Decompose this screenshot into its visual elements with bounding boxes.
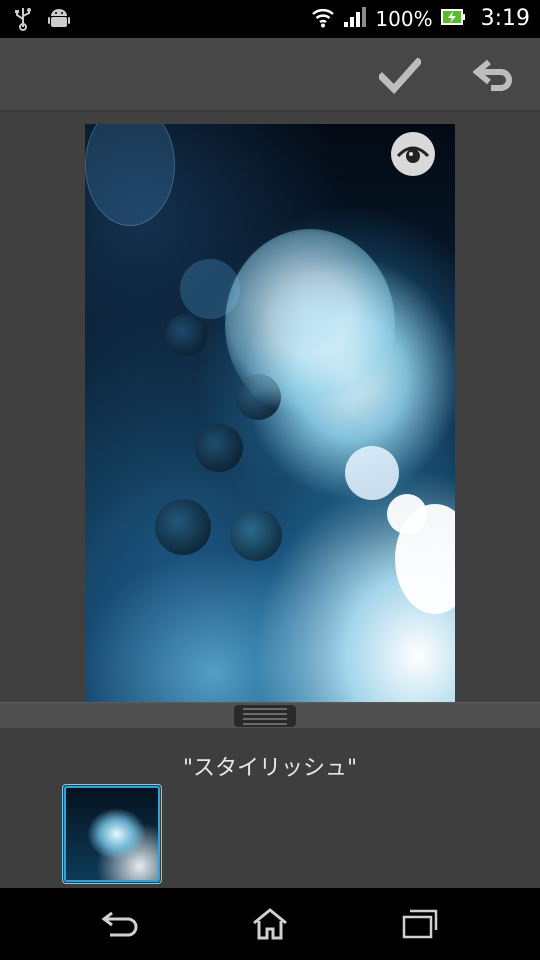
bokeh-circle	[345, 446, 399, 500]
home-icon	[253, 908, 287, 940]
drawer-handle[interactable]	[234, 705, 296, 727]
undo-icon	[473, 59, 512, 91]
back-button[interactable]	[90, 902, 150, 946]
berry	[155, 499, 211, 555]
home-button[interactable]	[240, 902, 300, 946]
confirm-button[interactable]	[376, 52, 424, 100]
berry	[230, 509, 282, 561]
eye-icon	[396, 146, 430, 163]
signal-icon	[343, 6, 367, 32]
back-icon	[101, 911, 138, 937]
filter-name-label: "スタイリッシュ"	[182, 756, 358, 781]
flower	[225, 229, 395, 419]
clock: 3:19	[480, 6, 530, 31]
bokeh-circle	[85, 124, 175, 226]
filter-thumbnail-selected[interactable]	[62, 784, 162, 884]
wifi-icon	[311, 6, 335, 32]
recent-apps-button[interactable]	[390, 902, 450, 946]
compare-original-button[interactable]	[391, 132, 435, 176]
undo-button[interactable]	[470, 52, 518, 100]
status-bar: 100% 3:19	[0, 0, 540, 38]
recent-apps-icon	[402, 909, 438, 939]
filter-panel: "スタイリッシュ"	[0, 728, 540, 888]
drawer-bar	[0, 702, 540, 729]
photo-preview[interactable]	[85, 124, 455, 702]
battery-percent: 100%	[375, 7, 433, 31]
action-bar	[0, 38, 540, 112]
android-debug-icon	[48, 7, 70, 35]
editor-area	[0, 112, 540, 702]
usb-icon	[14, 7, 32, 35]
navigation-bar	[0, 888, 540, 960]
berry	[195, 424, 243, 472]
berry	[165, 314, 207, 356]
checkmark-icon	[379, 58, 421, 94]
battery-charging-icon	[440, 7, 467, 31]
